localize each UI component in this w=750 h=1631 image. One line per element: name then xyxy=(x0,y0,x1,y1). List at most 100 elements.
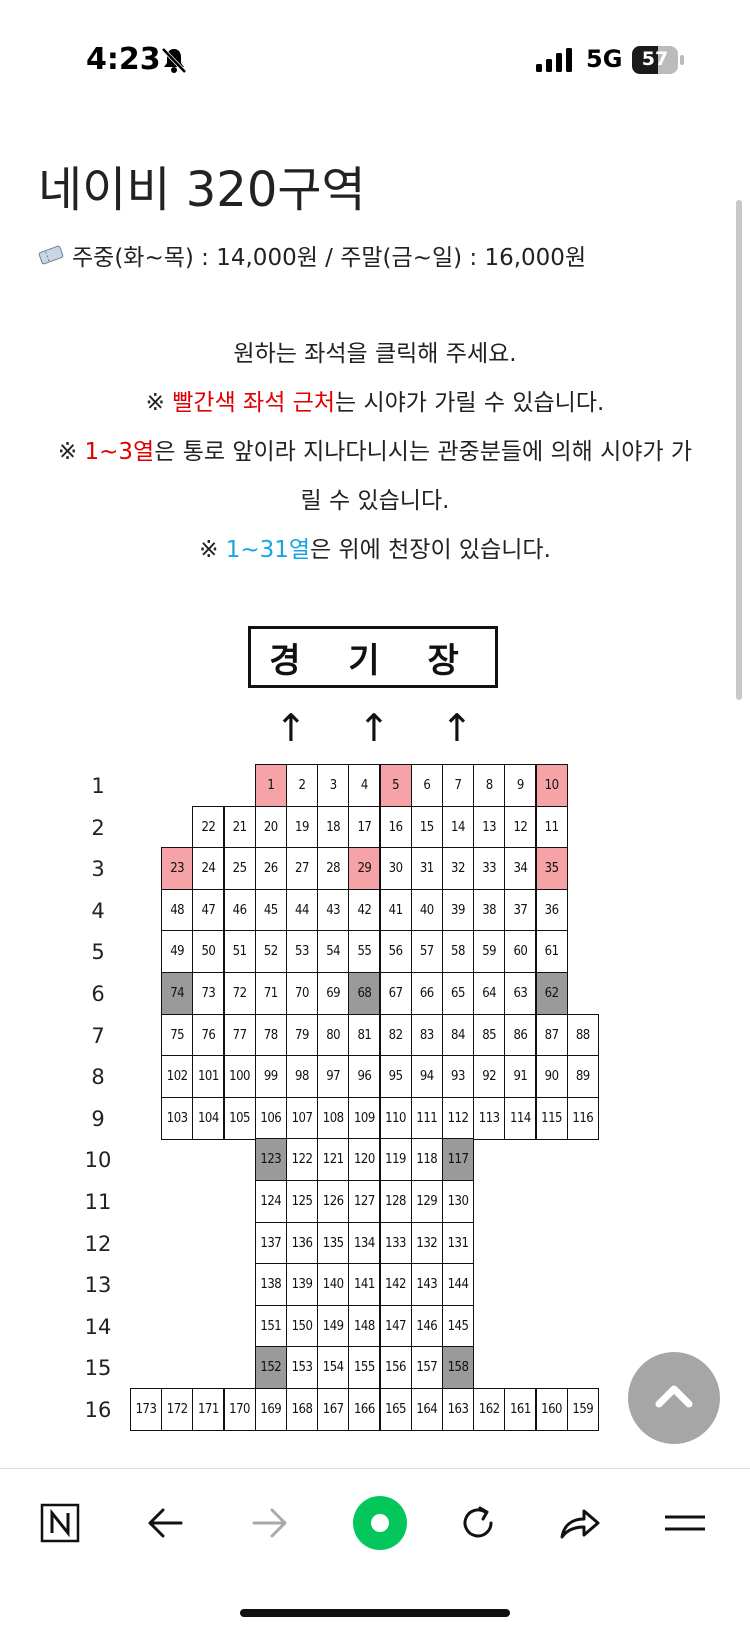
seat-109[interactable]: 109 xyxy=(348,1096,381,1140)
seat-139[interactable]: 139 xyxy=(286,1263,318,1307)
seat-29[interactable]: 29 xyxy=(348,847,381,891)
seat-76[interactable]: 76 xyxy=(192,1013,225,1057)
seat-129[interactable]: 129 xyxy=(410,1180,443,1223)
seat-5[interactable]: 5 xyxy=(379,764,412,807)
seat-47[interactable]: 47 xyxy=(192,888,225,932)
seat-162[interactable]: 162 xyxy=(473,1388,506,1431)
seat-69[interactable]: 69 xyxy=(317,972,350,1015)
seat-135[interactable]: 135 xyxy=(317,1221,350,1265)
seat-33[interactable]: 33 xyxy=(473,847,506,891)
seat-30[interactable]: 30 xyxy=(379,847,412,891)
seat-73[interactable]: 73 xyxy=(192,972,225,1015)
seat-59[interactable]: 59 xyxy=(473,930,506,974)
seat-101[interactable]: 101 xyxy=(192,1055,225,1099)
seat-91[interactable]: 91 xyxy=(504,1055,537,1099)
seat-31[interactable]: 31 xyxy=(410,847,443,891)
seat-10[interactable]: 10 xyxy=(535,764,568,807)
seat-157[interactable]: 157 xyxy=(410,1346,443,1390)
seat-16[interactable]: 16 xyxy=(379,805,412,849)
seat-117[interactable]: 117 xyxy=(442,1138,474,1182)
seat-169[interactable]: 169 xyxy=(254,1388,287,1431)
seat-24[interactable]: 24 xyxy=(192,847,225,891)
seat-137[interactable]: 137 xyxy=(254,1221,287,1265)
scroll-top-button[interactable] xyxy=(628,1352,720,1444)
seat-161[interactable]: 161 xyxy=(504,1388,537,1431)
back-button[interactable] xyxy=(135,1495,195,1555)
seat-153[interactable]: 153 xyxy=(286,1346,318,1390)
seat-14[interactable]: 14 xyxy=(442,805,474,849)
seat-89[interactable]: 89 xyxy=(566,1055,599,1099)
seat-92[interactable]: 92 xyxy=(473,1055,506,1099)
seat-4[interactable]: 4 xyxy=(348,764,381,807)
seat-13[interactable]: 13 xyxy=(473,805,506,849)
seat-83[interactable]: 83 xyxy=(410,1013,443,1057)
seat-34[interactable]: 34 xyxy=(504,847,537,891)
seat-136[interactable]: 136 xyxy=(286,1221,318,1265)
seat-156[interactable]: 156 xyxy=(379,1346,412,1390)
seat-67[interactable]: 67 xyxy=(379,972,412,1015)
seat-81[interactable]: 81 xyxy=(348,1013,381,1057)
seat-95[interactable]: 95 xyxy=(379,1055,412,1099)
seat-124[interactable]: 124 xyxy=(254,1180,287,1223)
seat-70[interactable]: 70 xyxy=(286,972,318,1015)
seat-108[interactable]: 108 xyxy=(317,1096,350,1140)
seat-7[interactable]: 7 xyxy=(442,764,474,807)
seat-45[interactable]: 45 xyxy=(254,888,287,932)
seat-80[interactable]: 80 xyxy=(317,1013,350,1057)
seat-77[interactable]: 77 xyxy=(223,1013,256,1057)
seat-138[interactable]: 138 xyxy=(254,1263,287,1307)
seat-56[interactable]: 56 xyxy=(379,930,412,974)
seat-88[interactable]: 88 xyxy=(566,1013,599,1057)
seat-131[interactable]: 131 xyxy=(442,1221,474,1265)
seat-144[interactable]: 144 xyxy=(442,1263,474,1307)
seat-23[interactable]: 23 xyxy=(161,847,194,891)
seat-11[interactable]: 11 xyxy=(535,805,568,849)
seat-126[interactable]: 126 xyxy=(317,1180,350,1223)
seat-154[interactable]: 154 xyxy=(317,1346,350,1390)
seat-21[interactable]: 21 xyxy=(223,805,256,849)
forward-button[interactable] xyxy=(240,1495,300,1555)
seat-133[interactable]: 133 xyxy=(379,1221,412,1265)
seat-40[interactable]: 40 xyxy=(410,888,443,932)
seat-64[interactable]: 64 xyxy=(473,972,506,1015)
seat-65[interactable]: 65 xyxy=(442,972,474,1015)
seat-110[interactable]: 110 xyxy=(379,1096,412,1140)
seat-93[interactable]: 93 xyxy=(442,1055,474,1099)
seat-1[interactable]: 1 xyxy=(254,764,287,807)
naver-home-button[interactable] xyxy=(30,1495,90,1555)
seat-141[interactable]: 141 xyxy=(348,1263,381,1307)
seat-150[interactable]: 150 xyxy=(286,1304,318,1348)
seat-146[interactable]: 146 xyxy=(410,1304,443,1348)
seat-12[interactable]: 12 xyxy=(504,805,537,849)
seat-106[interactable]: 106 xyxy=(254,1096,287,1140)
seat-60[interactable]: 60 xyxy=(504,930,537,974)
seat-8[interactable]: 8 xyxy=(473,764,506,807)
seat-78[interactable]: 78 xyxy=(254,1013,287,1057)
seat-107[interactable]: 107 xyxy=(286,1096,318,1140)
seat-172[interactable]: 172 xyxy=(161,1388,194,1431)
seat-51[interactable]: 51 xyxy=(223,930,256,974)
seat-130[interactable]: 130 xyxy=(442,1180,474,1223)
seat-71[interactable]: 71 xyxy=(254,972,287,1015)
seat-96[interactable]: 96 xyxy=(348,1055,381,1099)
seat-149[interactable]: 149 xyxy=(317,1304,350,1348)
seat-122[interactable]: 122 xyxy=(286,1138,318,1182)
seat-159[interactable]: 159 xyxy=(566,1388,599,1431)
seat-82[interactable]: 82 xyxy=(379,1013,412,1057)
seat-143[interactable]: 143 xyxy=(410,1263,443,1307)
seat-15[interactable]: 15 xyxy=(410,805,443,849)
seat-75[interactable]: 75 xyxy=(161,1013,194,1057)
seat-20[interactable]: 20 xyxy=(254,805,287,849)
seat-66[interactable]: 66 xyxy=(410,972,443,1015)
seat-18[interactable]: 18 xyxy=(317,805,350,849)
seat-158[interactable]: 158 xyxy=(442,1346,474,1390)
seat-41[interactable]: 41 xyxy=(379,888,412,932)
seat-163[interactable]: 163 xyxy=(442,1388,474,1431)
seat-61[interactable]: 61 xyxy=(535,930,568,974)
seat-28[interactable]: 28 xyxy=(317,847,350,891)
seat-22[interactable]: 22 xyxy=(192,805,225,849)
seat-3[interactable]: 3 xyxy=(317,764,350,807)
seat-62[interactable]: 62 xyxy=(535,972,568,1015)
seat-98[interactable]: 98 xyxy=(286,1055,318,1099)
seat-100[interactable]: 100 xyxy=(223,1055,256,1099)
